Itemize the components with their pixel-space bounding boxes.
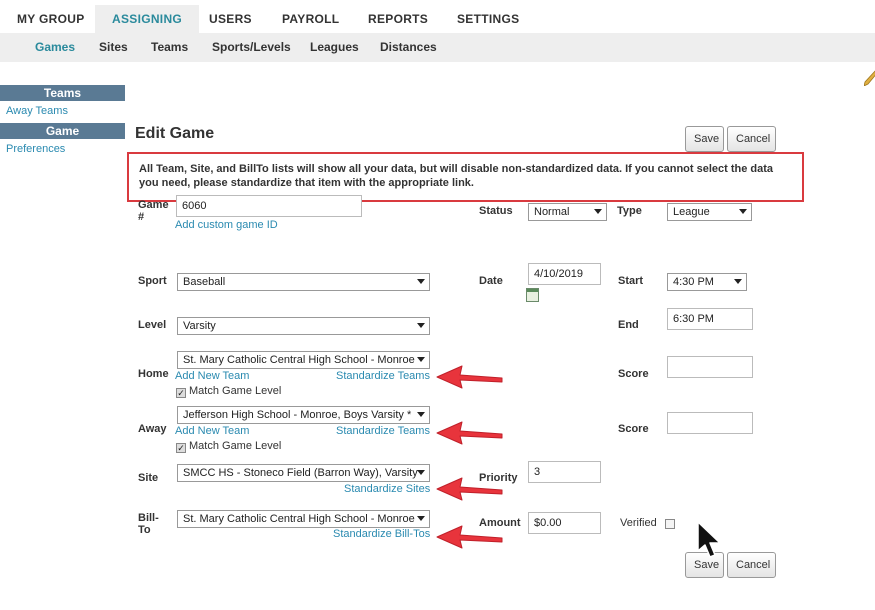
annotation-arrow-icon <box>436 477 503 501</box>
verified-checkbox[interactable] <box>665 519 675 529</box>
billto-select[interactable]: St. Mary Catholic Central High School - … <box>177 510 430 528</box>
subnav-teams[interactable]: Teams <box>151 33 188 62</box>
standardize-billtos-link[interactable]: Standardize Bill-Tos <box>333 528 430 540</box>
away-score-input[interactable] <box>667 412 753 434</box>
add-new-team-link-away[interactable]: Add New Team <box>175 425 249 437</box>
sidebar-away-teams-link[interactable]: Away Teams <box>6 105 68 117</box>
status-select[interactable]: Normal <box>528 203 607 221</box>
away-score-label: Score <box>618 423 649 435</box>
sidebar-game-header: Game <box>0 123 125 139</box>
add-custom-game-id-link[interactable]: Add custom game ID <box>175 219 278 231</box>
date-label: Date <box>479 275 503 287</box>
chevron-down-icon <box>417 470 425 475</box>
priority-input[interactable]: 3 <box>528 461 601 483</box>
mouse-cursor-icon <box>697 521 721 558</box>
subnav-sites[interactable]: Sites <box>99 33 128 62</box>
sidebar-teams-header: Teams <box>0 85 125 101</box>
match-level-checkbox-home[interactable]: ✓ <box>176 388 186 398</box>
billto-label: Bill-To <box>138 512 159 536</box>
subnav-games[interactable]: Games <box>35 33 75 62</box>
subnav-leagues[interactable]: Leagues <box>310 33 359 62</box>
subnav-sports-levels[interactable]: Sports/Levels <box>212 33 291 62</box>
sub-nav: Games Sites Teams Sports/Levels Leagues … <box>0 33 875 62</box>
verified-label: Verified <box>620 517 657 529</box>
level-select[interactable]: Varsity <box>177 317 430 335</box>
nav-my-group[interactable]: MY GROUP <box>17 5 85 33</box>
game-number-label: Game # <box>138 199 169 223</box>
annotation-arrow-icon <box>436 421 503 445</box>
type-select[interactable]: League <box>667 203 752 221</box>
nav-reports[interactable]: REPORTS <box>368 5 428 33</box>
away-label: Away <box>138 423 167 435</box>
cancel-button-top[interactable]: Cancel <box>727 126 776 152</box>
type-label: Type <box>617 205 642 217</box>
chevron-down-icon <box>417 412 425 417</box>
end-label: End <box>618 319 639 331</box>
home-score-label: Score <box>618 368 649 380</box>
home-score-input[interactable] <box>667 356 753 378</box>
match-level-label-home: Match Game Level <box>189 385 282 397</box>
start-label: Start <box>618 275 644 287</box>
pencil-icon[interactable] <box>864 70 875 86</box>
standardize-sites-link[interactable]: Standardize Sites <box>344 483 430 495</box>
end-time-input[interactable]: 6:30 PM <box>667 308 753 330</box>
home-label: Home <box>138 368 169 380</box>
save-button-top[interactable]: Save <box>685 126 724 152</box>
subnav-distances[interactable]: Distances <box>380 33 437 62</box>
standardize-teams-link-home[interactable]: Standardize Teams <box>336 370 430 382</box>
match-level-checkbox-away[interactable]: ✓ <box>176 443 186 453</box>
sport-label: Sport <box>138 275 167 287</box>
date-input[interactable]: 4/10/2019 <box>528 263 601 285</box>
top-nav: MY GROUP ASSIGNING USERS PAYROLL REPORTS… <box>0 5 875 33</box>
site-select[interactable]: SMCC HS - Stoneco Field (Barron Way), Va… <box>177 464 430 482</box>
chevron-down-icon <box>417 323 425 328</box>
cancel-button-bottom[interactable]: Cancel <box>727 552 776 578</box>
nav-settings[interactable]: SETTINGS <box>457 5 519 33</box>
chevron-down-icon <box>417 516 425 521</box>
calendar-icon[interactable] <box>526 288 539 302</box>
away-team-select[interactable]: Jefferson High School - Monroe, Boys Var… <box>177 406 430 424</box>
chevron-down-icon <box>594 209 602 214</box>
chevron-down-icon <box>739 209 747 214</box>
game-number-input[interactable]: 6060 <box>176 195 362 217</box>
chevron-down-icon <box>734 279 742 284</box>
nav-assigning[interactable]: ASSIGNING <box>95 5 200 33</box>
annotation-arrow-icon <box>436 365 503 389</box>
site-label: Site <box>138 472 159 484</box>
sport-select[interactable]: Baseball <box>177 273 430 291</box>
add-new-team-link-home[interactable]: Add New Team <box>175 370 249 382</box>
sidebar-preferences-link[interactable]: Preferences <box>6 143 65 155</box>
match-level-label-away: Match Game Level <box>189 440 282 452</box>
home-team-select[interactable]: St. Mary Catholic Central High School - … <box>177 351 430 369</box>
amount-input[interactable]: $0.00 <box>528 512 601 534</box>
start-time-select[interactable]: 4:30 PM <box>667 273 747 291</box>
chevron-down-icon <box>417 279 425 284</box>
nav-users[interactable]: USERS <box>209 5 252 33</box>
chevron-down-icon <box>417 357 425 362</box>
standardize-teams-link-away[interactable]: Standardize Teams <box>336 425 430 437</box>
status-label: Status <box>479 205 513 217</box>
level-label: Level <box>138 319 167 331</box>
annotation-arrow-icon <box>436 525 503 549</box>
page-title: Edit Game <box>135 125 215 142</box>
nav-payroll[interactable]: PAYROLL <box>282 5 339 33</box>
